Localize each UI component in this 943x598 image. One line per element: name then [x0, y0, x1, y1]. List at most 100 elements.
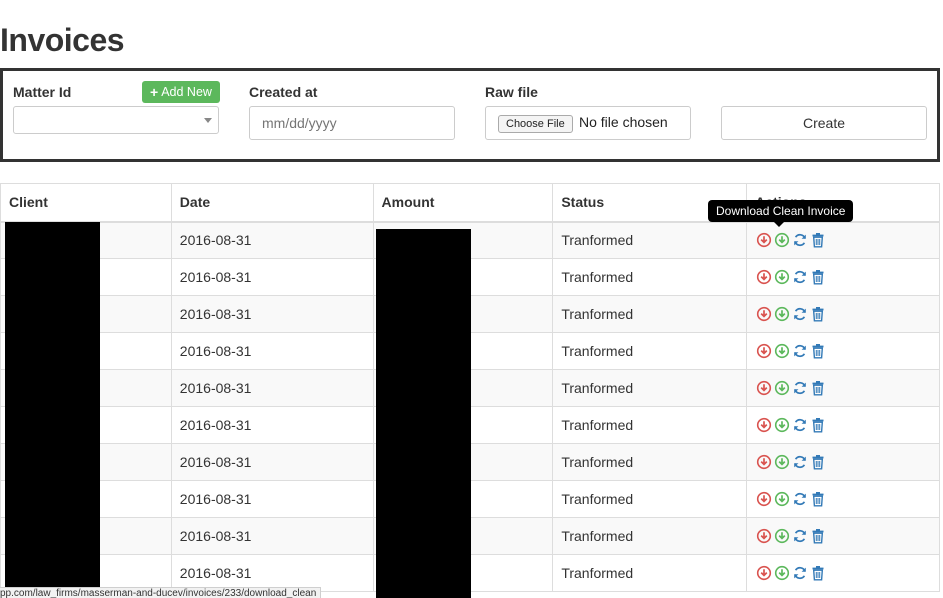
row-actions	[755, 380, 931, 396]
add-new-label: Add New	[161, 85, 212, 99]
row-actions	[755, 491, 931, 507]
download-clean-icon[interactable]	[774, 380, 790, 396]
download-clean-tooltip: Download Clean Invoice	[708, 200, 854, 227]
page-title: Invoices	[0, 22, 125, 58]
date-cell: 2016-08-31	[170, 369, 374, 407]
row-actions	[755, 417, 931, 433]
actions-cell	[746, 369, 940, 407]
created-at-label: Created at	[249, 84, 318, 100]
actions-cell	[746, 332, 940, 370]
actions-cell	[746, 443, 940, 481]
created-at-input[interactable]	[249, 106, 455, 140]
raw-file-label: Raw file	[485, 84, 538, 100]
column-header-date[interactable]: Date	[170, 183, 374, 223]
status-cell: Tranformed	[552, 517, 748, 555]
refresh-icon[interactable]	[792, 343, 808, 359]
date-cell: 2016-08-31	[170, 406, 374, 444]
download-clean-icon[interactable]	[774, 343, 790, 359]
download-raw-icon[interactable]	[756, 232, 772, 248]
download-clean-icon[interactable]	[774, 491, 790, 507]
date-cell: 2016-08-31	[170, 258, 374, 296]
actions-cell	[746, 406, 940, 444]
trash-icon[interactable]	[810, 306, 826, 322]
row-actions	[755, 269, 931, 285]
trash-icon[interactable]	[810, 380, 826, 396]
trash-icon[interactable]	[810, 528, 826, 544]
row-actions	[755, 528, 931, 544]
download-raw-icon[interactable]	[756, 269, 772, 285]
date-cell: 2016-08-31	[170, 554, 374, 592]
choose-file-button[interactable]: Choose File	[498, 115, 573, 133]
plus-icon: +	[150, 84, 159, 100]
download-raw-icon[interactable]	[756, 454, 772, 470]
refresh-icon[interactable]	[792, 269, 808, 285]
status-cell: Tranformed	[552, 221, 748, 259]
row-actions	[755, 454, 931, 470]
date-cell: 2016-08-31	[170, 517, 374, 555]
tooltip-text: Download Clean Invoice	[716, 204, 846, 218]
refresh-icon[interactable]	[792, 417, 808, 433]
trash-icon[interactable]	[810, 269, 826, 285]
column-header-client[interactable]: Client	[0, 183, 172, 223]
status-cell: Tranformed	[552, 369, 748, 407]
download-clean-icon[interactable]	[774, 454, 790, 470]
status-cell: Tranformed	[552, 443, 748, 481]
date-cell: 2016-08-31	[170, 443, 374, 481]
download-raw-icon[interactable]	[756, 417, 772, 433]
download-raw-icon[interactable]	[756, 565, 772, 581]
refresh-icon[interactable]	[792, 528, 808, 544]
date-cell: 2016-08-31	[170, 332, 374, 370]
column-header-amount[interactable]: Amount	[372, 183, 554, 223]
add-new-button[interactable]: + Add New	[142, 81, 220, 103]
download-raw-icon[interactable]	[756, 306, 772, 322]
refresh-icon[interactable]	[792, 380, 808, 396]
actions-cell	[746, 221, 940, 259]
no-file-text: No file chosen	[579, 114, 668, 130]
trash-icon[interactable]	[810, 417, 826, 433]
refresh-icon[interactable]	[792, 565, 808, 581]
trash-icon[interactable]	[810, 454, 826, 470]
download-clean-icon[interactable]	[774, 565, 790, 581]
row-actions	[755, 343, 931, 359]
status-cell: Tranformed	[552, 554, 748, 592]
download-clean-icon[interactable]	[774, 269, 790, 285]
refresh-icon[interactable]	[792, 454, 808, 470]
status-cell: Tranformed	[552, 406, 748, 444]
download-raw-icon[interactable]	[756, 528, 772, 544]
download-clean-icon[interactable]	[774, 306, 790, 322]
refresh-icon[interactable]	[792, 232, 808, 248]
actions-cell	[746, 517, 940, 555]
new-invoice-form: Matter Id + Add New Created at Raw file …	[0, 68, 940, 162]
status-bar-url: pp.com/law_firms/masserman-and-ducev/inv…	[0, 587, 322, 598]
download-clean-icon[interactable]	[774, 232, 790, 248]
date-cell: 2016-08-31	[170, 221, 374, 259]
raw-file-field: Choose File No file chosen	[485, 106, 691, 140]
status-cell: Tranformed	[552, 258, 748, 296]
caret-down-icon	[204, 118, 212, 123]
row-actions	[755, 306, 931, 322]
row-actions	[755, 232, 931, 248]
actions-cell	[746, 554, 940, 592]
matter-id-select[interactable]	[13, 106, 219, 134]
trash-icon[interactable]	[810, 343, 826, 359]
matter-id-label: Matter Id	[13, 84, 72, 100]
trash-icon[interactable]	[810, 491, 826, 507]
download-raw-icon[interactable]	[756, 491, 772, 507]
trash-icon[interactable]	[810, 232, 826, 248]
refresh-icon[interactable]	[792, 491, 808, 507]
status-cell: Tranformed	[552, 295, 748, 333]
refresh-icon[interactable]	[792, 306, 808, 322]
date-cell: 2016-08-31	[170, 480, 374, 518]
trash-icon[interactable]	[810, 565, 826, 581]
create-button[interactable]: Create	[721, 106, 927, 140]
actions-cell	[746, 480, 940, 518]
download-clean-icon[interactable]	[774, 417, 790, 433]
download-raw-icon[interactable]	[756, 380, 772, 396]
download-raw-icon[interactable]	[756, 343, 772, 359]
redacted-amount-block	[376, 229, 471, 598]
redacted-client-block	[5, 222, 100, 588]
actions-cell	[746, 258, 940, 296]
download-clean-icon[interactable]	[774, 528, 790, 544]
status-cell: Tranformed	[552, 332, 748, 370]
status-cell: Tranformed	[552, 480, 748, 518]
